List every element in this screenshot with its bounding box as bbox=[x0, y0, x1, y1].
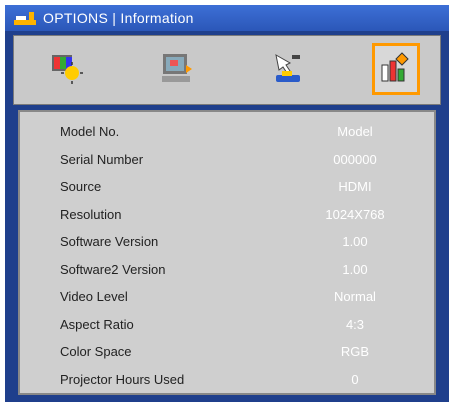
info-row: Software2 Version 1.00 bbox=[20, 256, 438, 284]
info-row: Aspect Ratio 4:3 bbox=[20, 311, 438, 339]
tab-options[interactable] bbox=[372, 43, 420, 95]
info-value: 4:3 bbox=[345, 316, 365, 332]
info-value: HDMI bbox=[338, 179, 372, 194]
info-label: Projector Hours Used bbox=[60, 371, 185, 387]
menu-title: OPTIONS | Information bbox=[43, 10, 194, 26]
options-icon bbox=[381, 52, 409, 82]
options-title-icon bbox=[14, 12, 36, 25]
info-value: 0 bbox=[351, 371, 359, 387]
info-label: Serial Number bbox=[60, 151, 144, 167]
info-value: RGB bbox=[340, 344, 370, 359]
setup-icon bbox=[275, 54, 300, 82]
title-bar: OPTIONS | Information bbox=[5, 5, 449, 31]
info-label: Software2 Version bbox=[60, 261, 166, 277]
info-value: 1.00 bbox=[342, 261, 368, 277]
info-value: 1.00 bbox=[342, 234, 368, 249]
info-value: 1024X768 bbox=[325, 206, 385, 222]
info-row: Resolution 1024X768 bbox=[20, 201, 438, 229]
information-panel: Model No. Model Serial Number 000000 Source H… bbox=[18, 110, 436, 395]
info-row: Video Level Normal bbox=[20, 283, 438, 311]
osd-window: OPTIONS | Information Model No. Model Se… bbox=[5, 5, 449, 402]
info-label: Resolution bbox=[60, 206, 122, 222]
info-value: Model bbox=[337, 124, 373, 139]
info-label: Video Level bbox=[60, 289, 128, 304]
tab-display[interactable] bbox=[154, 43, 202, 95]
info-value: 000000 bbox=[333, 151, 377, 167]
info-value: Normal bbox=[334, 289, 376, 304]
info-label: Model No. bbox=[60, 124, 120, 139]
info-row: Color Space RGB bbox=[20, 338, 438, 366]
info-label: Aspect Ratio bbox=[60, 316, 134, 332]
info-row: Model No. Model bbox=[20, 118, 438, 146]
info-label: Source bbox=[60, 179, 102, 194]
tab-picture[interactable] bbox=[44, 43, 92, 95]
display-settings-icon bbox=[162, 54, 192, 82]
info-row: Source HDMI bbox=[20, 173, 438, 201]
info-row: Software Version 1.00 bbox=[20, 228, 438, 256]
menu-tabs bbox=[13, 35, 441, 105]
picture-settings-icon bbox=[52, 55, 83, 84]
tab-setup[interactable] bbox=[264, 43, 312, 95]
info-row: Projector Hours Used 0 bbox=[20, 366, 438, 394]
info-row: Serial Number 000000 bbox=[20, 146, 438, 174]
info-label: Software Version bbox=[60, 234, 159, 249]
info-label: Color Space bbox=[60, 344, 132, 359]
